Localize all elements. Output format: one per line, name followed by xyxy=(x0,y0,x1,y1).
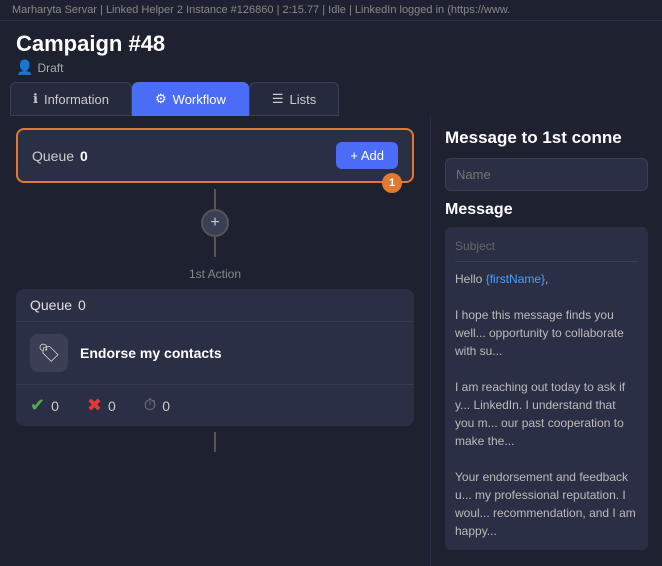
endorse-icon: 🏷 xyxy=(38,343,61,364)
content-area: Queue 0 + Add 1 + 1st Action Queue 0 xyxy=(0,116,662,566)
stats-row: ✔ 0 ✖ 0 ⏱ 0 xyxy=(16,385,414,426)
queue-text: Queue xyxy=(32,148,74,164)
tabs-bar: ℹ Information ⚙ Workflow ☰ Lists xyxy=(0,82,662,116)
stat-x: ✖ 0 xyxy=(87,395,116,416)
info-icon: ℹ xyxy=(33,91,38,107)
message-line-3: I am reaching out today to ask if y... L… xyxy=(455,378,638,450)
action-item-row[interactable]: 🏷 Endorse my contacts xyxy=(16,322,414,385)
message-line-2: I hope this message finds you well... op… xyxy=(455,306,638,360)
draft-icon: 👤 xyxy=(16,59,33,76)
v-line-1 xyxy=(214,189,216,209)
draft-label: Draft xyxy=(37,61,63,75)
right-panel: Message to 1st conne Message Subject Hel… xyxy=(430,116,662,566)
queue-box: Queue 0 + Add 1 xyxy=(16,128,414,183)
left-panel: Queue 0 + Add 1 + 1st Action Queue 0 xyxy=(0,116,430,566)
name-input[interactable] xyxy=(445,158,648,191)
campaign-title: Campaign #48 xyxy=(16,31,646,57)
connector-line: + xyxy=(16,183,414,263)
x-count: 0 xyxy=(108,398,116,414)
clock-icon: ⏱ xyxy=(144,397,156,415)
action-label: 1st Action xyxy=(16,267,414,281)
message-line-1: Hello {firstName}, xyxy=(455,270,638,288)
firstname-var: {firstName} xyxy=(486,272,545,286)
badge-1: 1 xyxy=(382,173,402,193)
hello-text: Hello xyxy=(455,272,486,286)
message-label: Message xyxy=(445,201,648,219)
stat-check: ✔ 0 xyxy=(30,395,59,416)
workflow-icon: ⚙ xyxy=(155,91,167,107)
x-icon: ✖ xyxy=(87,395,102,416)
v-line-2 xyxy=(214,237,216,257)
tab-workflow-label: Workflow xyxy=(173,92,226,107)
comma: , xyxy=(545,272,548,286)
check-icon: ✔ xyxy=(30,395,45,416)
tab-workflow[interactable]: ⚙ Workflow xyxy=(132,82,249,116)
top-bar-text: Marharyta Servar | Linked Helper 2 Insta… xyxy=(12,4,510,16)
lists-icon: ☰ xyxy=(272,91,284,107)
action-name: Endorse my contacts xyxy=(80,345,222,361)
stat-clock: ⏱ 0 xyxy=(144,397,170,415)
add-button[interactable]: + Add xyxy=(336,142,398,169)
tab-lists-label: Lists xyxy=(290,92,317,107)
tab-lists[interactable]: ☰ Lists xyxy=(249,82,339,116)
queue-label: Queue 0 xyxy=(32,148,88,164)
action-icon-box: 🏷 xyxy=(30,334,68,372)
message-box: Subject Hello {firstName}, I hope this m… xyxy=(445,227,648,550)
queue-count: 0 xyxy=(80,148,88,164)
action-queue-label: Queue xyxy=(30,297,72,313)
draft-badge: 👤 Draft xyxy=(16,59,646,76)
action-queue-row: Queue 0 xyxy=(16,289,414,322)
message-subject: Subject xyxy=(455,237,638,262)
right-panel-title: Message to 1st conne xyxy=(445,128,648,148)
bottom-connector xyxy=(16,426,414,458)
tab-information[interactable]: ℹ Information xyxy=(10,82,132,116)
action-queue-count: 0 xyxy=(78,297,86,313)
check-count: 0 xyxy=(51,398,59,414)
v-line-3 xyxy=(214,432,216,452)
add-step-button[interactable]: + xyxy=(201,209,229,237)
clock-count: 0 xyxy=(162,398,170,414)
top-bar: Marharyta Servar | Linked Helper 2 Insta… xyxy=(0,0,662,21)
header: Campaign #48 👤 Draft xyxy=(0,21,662,82)
action-box: Queue 0 🏷 Endorse my contacts ✔ 0 ✖ 0 xyxy=(16,289,414,426)
message-line-4: Your endorsement and feedback u... my pr… xyxy=(455,468,638,540)
plus-icon: + xyxy=(210,214,219,232)
tab-information-label: Information xyxy=(44,92,109,107)
